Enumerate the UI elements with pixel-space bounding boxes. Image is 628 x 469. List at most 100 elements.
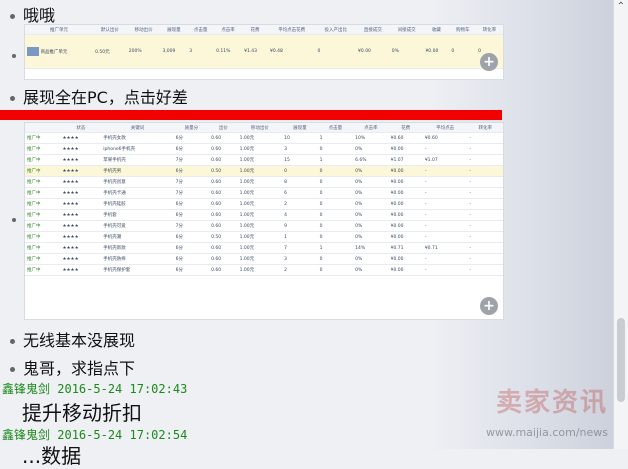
bullet-icon bbox=[12, 54, 16, 58]
screenshot-keyword-report[interactable]: 状态 关键词 质量分 出价 移动出价 展现量 点击量 点击率 花费 平均点击 转化率 推广中 ★★★★… bbox=[24, 122, 504, 320]
highlight-bar bbox=[0, 110, 502, 120]
table-row: 推广中 ★★★★ 手机壳硅胶 6分 0.60 1.00元 2 0 0% ¥0.00- - bbox=[25, 198, 503, 210]
table-cell: ¥0.71 bbox=[422, 242, 468, 254]
table-cell: - bbox=[467, 143, 503, 155]
screenshot-campaign-summary[interactable]: 推广单元 默认出价 移动出价 展现量 点击量 点击率 花费 平均点击花费 投入产出比 直接成交 间接… bbox=[24, 24, 504, 80]
table-cell: ★★★★ bbox=[60, 198, 102, 210]
table-row: 推广中 ★★★★ 手机壳潮 6分 0.50 1.00元 1 0 0% ¥0.00- - bbox=[25, 231, 503, 243]
table-cell: - bbox=[467, 253, 503, 265]
column-header bbox=[25, 123, 61, 133]
table-cell: 2 bbox=[282, 264, 318, 276]
table-cell: 6分 bbox=[173, 198, 210, 210]
watermark-url: www.maijia.com/news bbox=[485, 426, 608, 439]
watermark-brand: 卖家资讯 bbox=[495, 388, 608, 418]
table-cell: 6分 bbox=[173, 242, 210, 254]
column-header: 转化率 bbox=[476, 25, 503, 35]
campaign-summary-table: 推广单元 默认出价 移动出价 展现量 点击量 点击率 花费 平均点击花费 投入产出比 直接成交 间接… bbox=[25, 25, 503, 69]
table-cell: 10 bbox=[282, 132, 318, 144]
table-cell: 0 bbox=[449, 34, 477, 69]
column-header: 点击量 bbox=[187, 25, 215, 35]
table-cell: 2 bbox=[282, 198, 318, 210]
table-cell: 1.00元 bbox=[237, 220, 283, 232]
table-cell: 手机壳女款 bbox=[101, 132, 174, 144]
table-cell: 推广中 bbox=[25, 176, 61, 188]
chat-message-3: 无线基本没展现 bbox=[10, 327, 135, 351]
table-cell: 4 bbox=[282, 209, 318, 221]
table-cell: 手机壳卡通 bbox=[101, 187, 174, 199]
table-cell: 手机壳硅胶 bbox=[101, 198, 174, 210]
column-header: 状态 bbox=[60, 123, 102, 133]
table-cell: 手机壳男 bbox=[101, 165, 174, 177]
table-cell: 1.00元 bbox=[237, 231, 283, 243]
table-cell: 手机套 bbox=[101, 209, 174, 221]
reply-author[interactable]: 鑫锋鬼剑 bbox=[2, 382, 50, 396]
column-header: 点击率 bbox=[353, 123, 389, 133]
table-cell: 0 bbox=[317, 209, 354, 221]
table-cell: 1.00元 bbox=[237, 154, 283, 166]
column-header: 默认出价 bbox=[93, 25, 127, 35]
reply-text: ...数据 bbox=[22, 444, 82, 468]
table-cell: 0 bbox=[317, 253, 354, 265]
table-cell: 0 bbox=[317, 264, 354, 276]
table-cell: 6分 bbox=[173, 165, 210, 177]
table-cell: 0% bbox=[353, 264, 389, 276]
table-cell: 0% bbox=[353, 231, 389, 243]
table-row: 推广中 ★★★★ 苹果手机壳 7分 0.60 1.00元 15 1 6.6% ¥1.07 ¥1.07… bbox=[25, 154, 503, 166]
table-cell: 1.00元 bbox=[237, 187, 283, 199]
table-cell: 0% bbox=[353, 253, 389, 265]
table-cell: 0% bbox=[353, 143, 389, 155]
chat-message-4: 鬼哥，求指点下 bbox=[10, 355, 135, 379]
table-cell: 推广中 bbox=[25, 242, 61, 254]
table-cell: 1 bbox=[282, 231, 318, 243]
zoom-icon[interactable]: + bbox=[480, 297, 498, 315]
table-cell: 手机壳潮 bbox=[101, 231, 174, 243]
table-cell: ¥0.00 bbox=[388, 187, 423, 199]
scroll-up-icon[interactable]: ⌃ bbox=[616, 2, 626, 12]
table-cell: ¥1.07 bbox=[422, 154, 468, 166]
table-cell: 6分 bbox=[173, 209, 210, 221]
table-cell: ¥0.00 bbox=[423, 34, 450, 69]
table-cell: - bbox=[467, 264, 503, 276]
table-cell: ★★★★ bbox=[60, 242, 102, 254]
table-cell: 6 bbox=[282, 187, 318, 199]
table-cell: 推广中 bbox=[25, 143, 61, 155]
table-cell: 7分 bbox=[173, 220, 210, 232]
table-cell: ¥0.00 bbox=[388, 253, 423, 265]
table-cell: ¥0.00 bbox=[388, 165, 423, 177]
table-cell: 0.60 bbox=[209, 242, 238, 254]
table-cell: - bbox=[467, 165, 503, 177]
table-cell: 推广中 bbox=[25, 154, 61, 166]
scroll-thumb[interactable] bbox=[617, 318, 625, 402]
zoom-icon[interactable]: + bbox=[480, 53, 498, 71]
table-cell: - bbox=[467, 231, 503, 243]
bullet-icon bbox=[10, 96, 15, 101]
table-row: 推广中 ★★★★ 手机壳创意 7分 0.60 1.00元 8 0 0% ¥0.00- - bbox=[25, 176, 503, 188]
column-header: 购物车 bbox=[449, 25, 477, 35]
table-cell: 推广中 bbox=[25, 198, 61, 210]
table-cell: 推广中 bbox=[25, 132, 61, 144]
column-header: 直接成交 bbox=[356, 25, 390, 35]
table-cell: 0 bbox=[317, 165, 354, 177]
table-cell: - bbox=[422, 187, 468, 199]
table-cell: - bbox=[422, 253, 468, 265]
table-row: 推广中 ★★★★ 手机壳保护套 6分 0.60 1.00元 2 0 0% ¥0.00- - bbox=[25, 264, 503, 276]
table-cell: ★★★★ bbox=[60, 154, 102, 166]
table-cell: 0.60 bbox=[209, 143, 238, 155]
chat-message-1: 哦哦 bbox=[10, 2, 55, 26]
table-cell: 6分 bbox=[173, 253, 210, 265]
table-cell: 0.60 bbox=[209, 176, 238, 188]
table-cell: ★★★★ bbox=[60, 165, 102, 177]
vertical-scrollbar[interactable]: ⌃ bbox=[613, 0, 628, 449]
column-header: 投入产出比 bbox=[315, 25, 357, 35]
keyword-report-table: 状态 关键词 质量分 出价 移动出价 展现量 点击量 点击率 花费 平均点击 转化率 推广中 ★★★★… bbox=[25, 123, 503, 276]
table-cell: 7 bbox=[282, 242, 318, 254]
table-cell: iphone6手机壳 bbox=[101, 143, 174, 155]
table-cell: 7分 bbox=[173, 176, 210, 188]
table-cell: 手机壳防摔 bbox=[101, 253, 174, 265]
table-cell: 3 bbox=[187, 34, 215, 69]
product-thumbnail bbox=[27, 47, 39, 56]
table-cell: 6分 bbox=[173, 143, 210, 155]
table-row: 推广中 ★★★★ 手机套 6分 0.60 1.00元 4 0 0% ¥0.00- - bbox=[25, 209, 503, 221]
table-cell: 0 bbox=[317, 176, 354, 188]
column-header: 出价 bbox=[209, 123, 238, 133]
